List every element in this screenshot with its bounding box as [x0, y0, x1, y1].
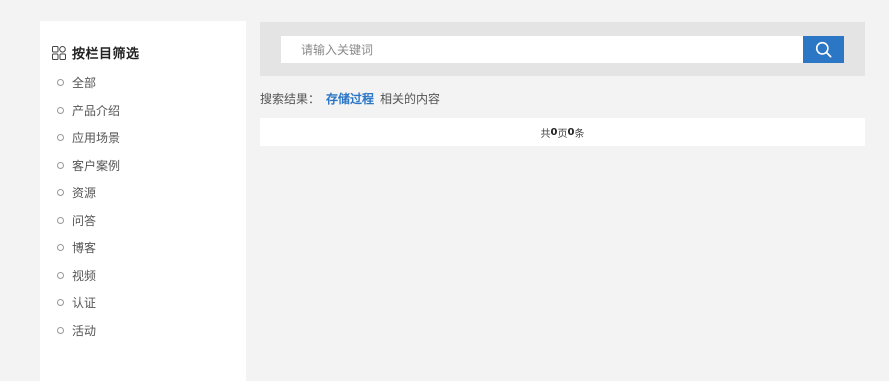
- sidebar-item-all[interactable]: 全部: [57, 69, 120, 97]
- radio-circle-icon: [57, 216, 64, 224]
- radio-circle-icon: [57, 326, 64, 334]
- radio-circle-icon: [57, 79, 64, 87]
- sidebar-item-label: 全部: [72, 76, 97, 91]
- page-count: 0: [550, 126, 558, 138]
- result-keyword: 存储过程: [326, 92, 375, 106]
- radio-circle-icon: [57, 299, 64, 307]
- sidebar-item-customer-cases[interactable]: 客户案例: [57, 152, 120, 180]
- sidebar-item-label: 资源: [72, 186, 97, 201]
- sidebar-item-qa[interactable]: 问答: [57, 207, 120, 235]
- sidebar-item-product-intro[interactable]: 产品介绍: [57, 97, 120, 125]
- sidebar-item-label: 客户案例: [72, 158, 121, 173]
- pagination-bar: 共 0 页 0 条: [260, 118, 865, 146]
- sidebar-item-video[interactable]: 视频: [57, 262, 120, 290]
- sidebar-item-events[interactable]: 活动: [57, 317, 120, 345]
- sidebar-item-label: 问答: [72, 213, 97, 228]
- radio-circle-icon: [57, 134, 64, 142]
- sidebar-item-label: 博客: [72, 241, 97, 256]
- search-input[interactable]: [281, 36, 803, 63]
- sidebar-item-certification[interactable]: 认证: [57, 289, 120, 317]
- search-icon: [815, 41, 832, 58]
- radio-circle-icon: [57, 189, 64, 197]
- page: 按栏目筛选 全部 产品介绍 应用场景 客户案例 资源 问答 博客 视频 认证 活…: [0, 0, 889, 381]
- search-panel: [260, 22, 865, 76]
- sidebar-item-resources[interactable]: 资源: [57, 179, 120, 207]
- radio-circle-icon: [57, 244, 64, 252]
- pagination-pre: 共: [540, 128, 551, 140]
- sidebar-item-scenarios[interactable]: 应用场景: [57, 124, 120, 152]
- sidebar-header: 按栏目筛选: [52, 43, 140, 62]
- search-result-summary: 搜索结果： 存储过程 相关的内容: [260, 90, 440, 107]
- sidebar-item-label: 活动: [72, 323, 97, 338]
- sidebar-item-label: 应用场景: [72, 131, 121, 146]
- category-list: 全部 产品介绍 应用场景 客户案例 资源 问答 博客 视频 认证 活动: [57, 69, 120, 344]
- radio-circle-icon: [57, 161, 64, 169]
- sidebar-item-label: 产品介绍: [72, 103, 121, 118]
- result-prefix: 搜索结果：: [260, 92, 321, 106]
- pagination-post: 条: [574, 128, 585, 140]
- sidebar-item-label: 视频: [72, 268, 97, 283]
- sidebar-title: 按栏目筛选: [72, 47, 140, 62]
- filter-sidebar: 按栏目筛选 全部 产品介绍 应用场景 客户案例 资源 问答 博客 视频 认证 活…: [40, 21, 246, 381]
- pagination-mid: 页: [557, 128, 568, 140]
- radio-circle-icon: [57, 271, 64, 279]
- radio-circle-icon: [57, 106, 64, 114]
- grid-icon: [52, 45, 66, 60]
- result-suffix: 相关的内容: [380, 92, 441, 106]
- item-count: 0: [567, 126, 575, 138]
- sidebar-item-blog[interactable]: 博客: [57, 234, 120, 262]
- sidebar-item-label: 认证: [72, 296, 97, 311]
- search-button[interactable]: [803, 36, 844, 63]
